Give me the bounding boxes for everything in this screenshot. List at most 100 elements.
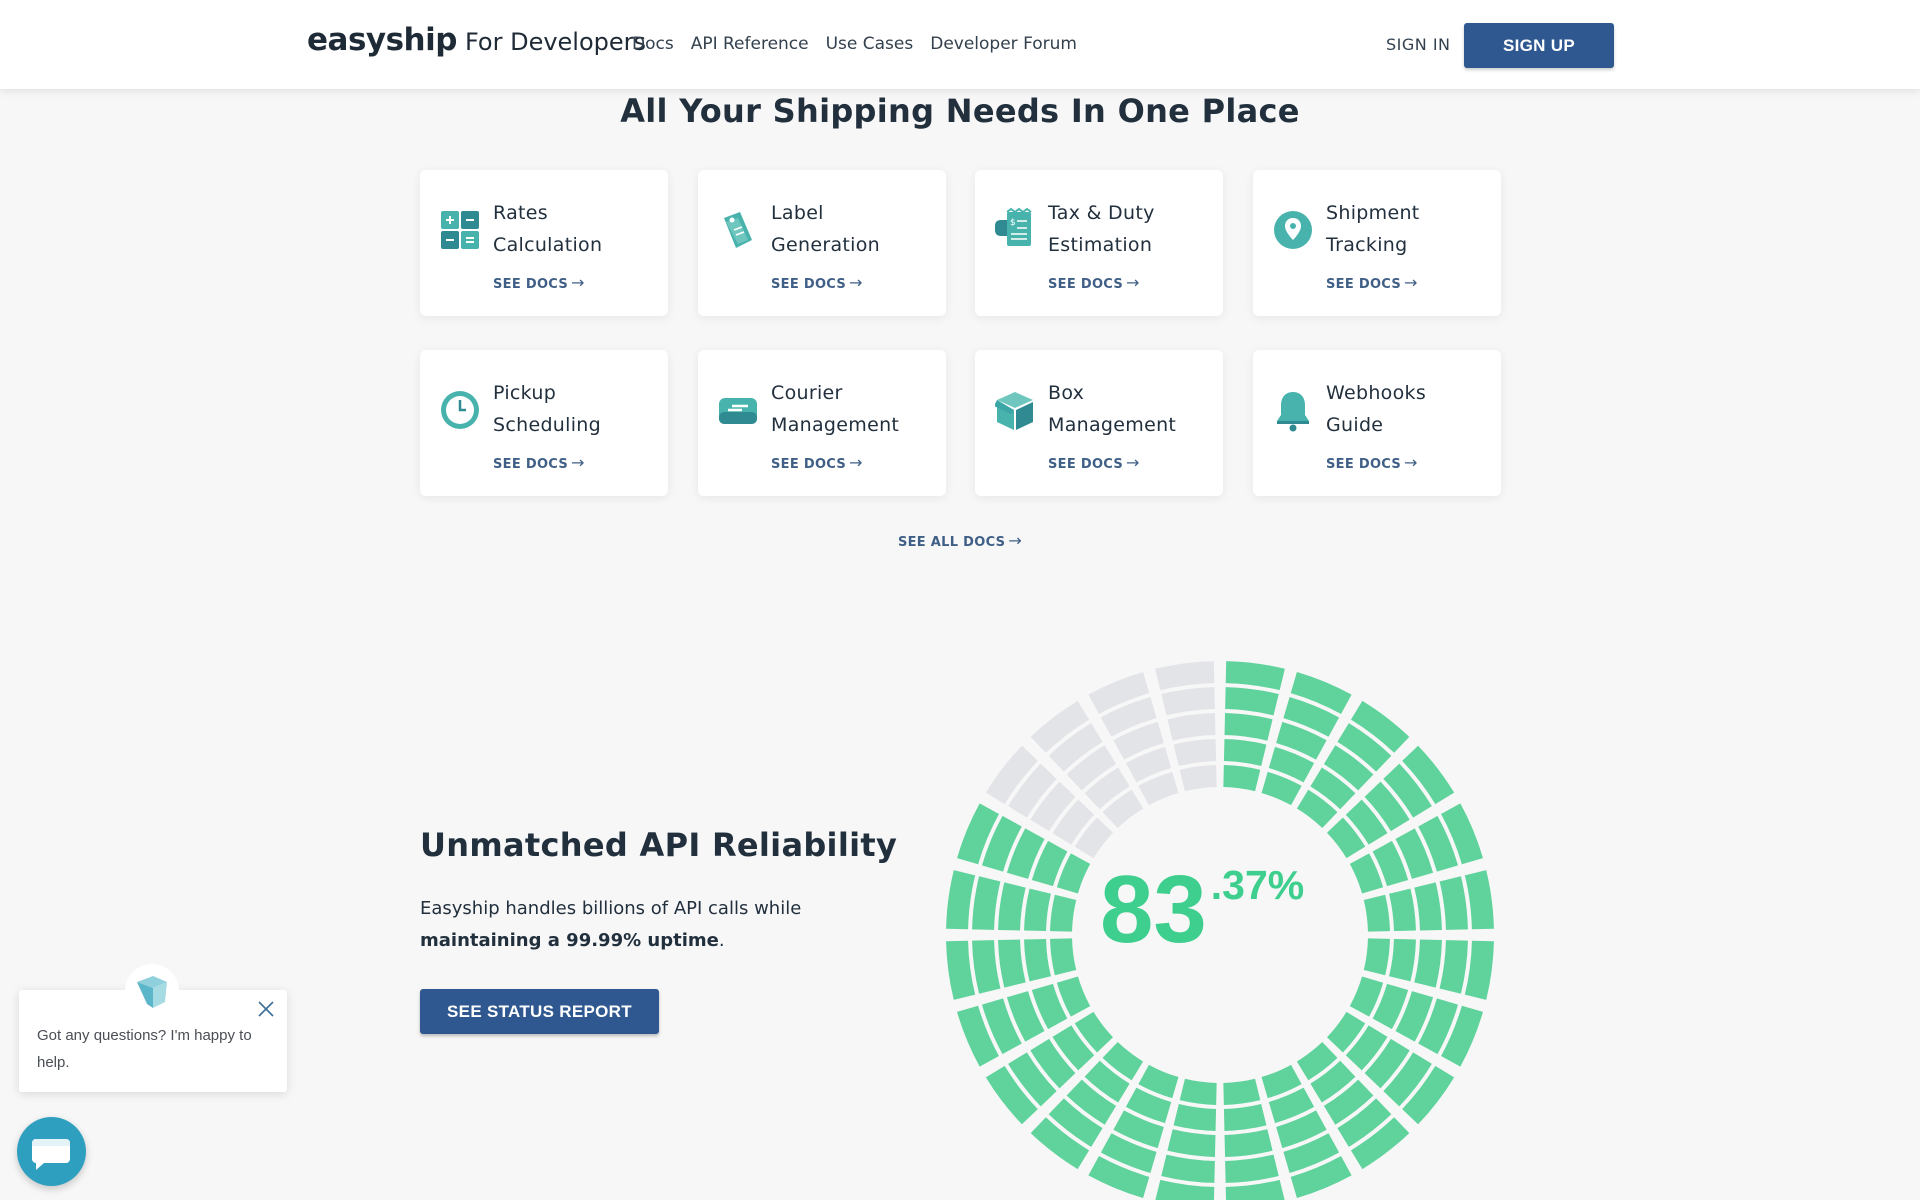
donut-segment <box>1464 870 1494 930</box>
donut-segment <box>1167 1129 1216 1157</box>
donut-segment <box>1225 1154 1279 1183</box>
reliability-text-end: . <box>718 930 725 951</box>
see-docs-link[interactable]: SEE DOCS → <box>1326 273 1418 292</box>
top-header: easyship For Developers Docs API Referen… <box>0 0 1920 89</box>
see-docs-label: SEE DOCS <box>1326 277 1402 292</box>
donut-segment <box>1464 940 1494 1000</box>
see-docs-link[interactable]: SEE DOCS → <box>1326 453 1418 472</box>
see-status-report-button[interactable]: SEE STATUS REPORT <box>420 989 659 1034</box>
donut-segment <box>1155 661 1215 691</box>
card-title-line1: Webhooks <box>1326 382 1427 404</box>
feature-card-webhooks[interactable]: Webhooks Guide SEE DOCS → <box>1253 350 1501 496</box>
sign-in-link[interactable]: SIGN IN <box>1386 35 1451 54</box>
brand-subtitle: For Developers <box>464 28 647 56</box>
donut-segment <box>1173 1104 1217 1131</box>
donut-segment <box>1363 938 1390 976</box>
box-icon <box>995 392 1033 430</box>
feature-card-shipment-tracking[interactable]: Shipment Tracking SEE DOCS → <box>1253 170 1501 316</box>
donut-segment <box>1439 876 1468 930</box>
card-title-line2: Guide <box>1326 414 1384 436</box>
donut-segment <box>998 939 1026 988</box>
see-docs-link[interactable]: SEE DOCS → <box>1048 273 1140 292</box>
bell-icon <box>1277 392 1309 432</box>
reliability-text-plain: Easyship handles billions of API calls w… <box>420 898 802 919</box>
card-title: Box Management <box>1048 377 1213 441</box>
feature-card-label[interactable]: Label Generation SEE DOCS → <box>698 170 946 316</box>
card-title-line2: Scheduling <box>493 414 602 436</box>
card-title-line1: Rates <box>493 202 548 224</box>
tax-receipt-icon: $ <box>995 208 1032 246</box>
arrow-right-icon: → <box>571 273 585 292</box>
donut-segment <box>1050 938 1077 976</box>
close-icon[interactable] <box>257 1000 275 1018</box>
see-docs-link[interactable]: SEE DOCS → <box>771 273 863 292</box>
arrow-right-icon: → <box>571 453 585 472</box>
card-title-line2: Estimation <box>1048 234 1153 256</box>
donut-segment <box>1024 888 1051 932</box>
nav-docs[interactable]: Docs <box>632 34 674 54</box>
donut-segment <box>1167 713 1216 741</box>
donut-segment <box>1050 894 1077 932</box>
see-docs-label: SEE DOCS <box>771 277 847 292</box>
uptime-percentage-main: 83 <box>1100 856 1207 963</box>
see-docs-link[interactable]: SEE DOCS → <box>1048 453 1140 472</box>
features-title: All Your Shipping Needs In One Place <box>620 92 1300 130</box>
main-nav: Docs API Reference Use Cases Developer F… <box>632 34 1094 54</box>
label-tag-icon <box>724 212 752 248</box>
feature-card-pickup[interactable]: Pickup Scheduling SEE DOCS → <box>420 350 668 496</box>
reliability-text-bold: maintaining a 99.99% uptime <box>420 930 719 951</box>
nav-developer-forum[interactable]: Developer Forum <box>930 34 1077 54</box>
donut-segment <box>1223 1104 1267 1131</box>
arrow-right-icon: → <box>849 453 863 472</box>
arrow-right-icon: → <box>849 273 863 292</box>
card-title-line2: Management <box>1048 414 1177 436</box>
donut-segment <box>998 882 1026 931</box>
card-title-line1: Shipment <box>1326 202 1420 224</box>
card-title: Tax & Duty Estimation <box>1048 197 1213 261</box>
feature-card-tax-duty[interactable]: $ Tax & Duty Estimation SEE DOCS → <box>975 170 1223 316</box>
card-title-line2: Tracking <box>1326 234 1408 256</box>
feature-card-rates[interactable]: Rates Calculation SEE DOCS → <box>420 170 668 316</box>
see-docs-label: SEE DOCS <box>1048 277 1124 292</box>
card-title-line2: Generation <box>771 234 880 256</box>
calculator-icon <box>441 211 479 249</box>
nav-api-reference[interactable]: API Reference <box>691 34 809 54</box>
arrow-right-icon: → <box>1008 531 1023 550</box>
see-docs-link[interactable]: SEE DOCS → <box>771 453 863 472</box>
cube-logo-icon <box>137 976 167 1008</box>
donut-segment <box>1161 687 1215 716</box>
chat-avatar <box>125 964 179 1018</box>
card-title: Webhooks Guide <box>1326 377 1491 441</box>
see-all-docs-link[interactable]: SEE ALL DOCS → <box>0 531 1920 550</box>
arrow-right-icon: → <box>1126 453 1140 472</box>
sign-up-button[interactable]: SIGN UP <box>1464 23 1614 68</box>
donut-segment <box>1414 882 1442 931</box>
feature-card-box[interactable]: Box Management SEE DOCS → <box>975 350 1223 496</box>
see-docs-link[interactable]: SEE DOCS → <box>493 453 585 472</box>
clock-icon <box>441 391 479 429</box>
uptime-percentage: 83 .37% <box>1100 860 1304 960</box>
donut-segment <box>1223 765 1261 792</box>
donut-segment <box>1225 661 1285 691</box>
see-all-docs-label: SEE ALL DOCS <box>897 535 1006 550</box>
reliability-description: Easyship handles billions of API calls w… <box>420 893 860 957</box>
see-docs-label: SEE DOCS <box>771 457 847 472</box>
arrow-right-icon: → <box>1126 273 1140 292</box>
brand-logo[interactable]: easyship For Developers <box>307 22 646 68</box>
card-title: Courier Management <box>771 377 936 441</box>
card-title-line1: Label <box>771 202 824 224</box>
donut-segment <box>1363 894 1390 932</box>
see-docs-label: SEE DOCS <box>493 457 569 472</box>
card-title: Rates Calculation <box>493 197 658 261</box>
uptime-percentage-decimal: .37% <box>1210 862 1305 908</box>
card-title: Label Generation <box>771 197 936 261</box>
see-docs-link[interactable]: SEE DOCS → <box>493 273 585 292</box>
nav-use-cases[interactable]: Use Cases <box>826 34 914 54</box>
feature-card-courier[interactable]: Courier Management SEE DOCS → <box>698 350 946 496</box>
chat-greeting-text: Got any questions? I'm happy to help. <box>37 1027 252 1071</box>
donut-segment <box>1225 1179 1285 1200</box>
card-title-line1: Pickup <box>493 382 557 404</box>
donut-segment <box>1224 1129 1273 1157</box>
chat-launcher-button[interactable] <box>17 1117 86 1186</box>
donut-segment <box>1414 939 1442 988</box>
